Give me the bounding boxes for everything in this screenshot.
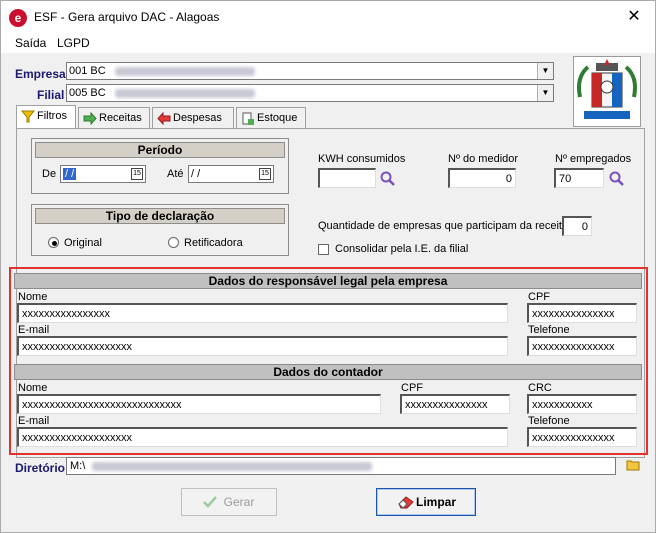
- filial-label: Filial: [37, 88, 65, 102]
- contador-email-input[interactable]: xxxxxxxxxxxxxxxxxxxx: [17, 427, 508, 447]
- arrow-right-icon: [83, 112, 97, 125]
- diretorio-label: Diretório: [15, 461, 66, 475]
- esf-logo-icon: e: [9, 9, 27, 27]
- funnel-icon: [21, 110, 35, 123]
- limpar-button[interactable]: Limpar: [376, 488, 476, 516]
- quantidade-label: Quantidade de empresas que participam da…: [318, 220, 569, 232]
- tab-filtros[interactable]: Filtros: [16, 105, 76, 128]
- diretorio-input[interactable]: M:\: [66, 457, 616, 475]
- calendar-icon[interactable]: 15: [131, 168, 143, 180]
- empregados-label: Nº empregados: [555, 153, 632, 165]
- responsavel-title: Dados do responsável legal pela empresa: [14, 273, 642, 289]
- empresa-select[interactable]: 001 BC ▼: [66, 62, 554, 80]
- quantidade-input[interactable]: 0: [562, 216, 592, 236]
- contador-crc-input[interactable]: xxxxxxxxxxx: [527, 394, 637, 414]
- chevron-down-icon[interactable]: ▼: [537, 85, 553, 101]
- gerar-button[interactable]: Gerar: [181, 488, 277, 516]
- contador-cpf-input[interactable]: xxxxxxxxxxxxxxx: [400, 394, 510, 414]
- menu-saida[interactable]: Saída: [15, 36, 46, 50]
- radio-original[interactable]: [48, 237, 59, 248]
- kwh-label: KWH consumidos: [318, 153, 406, 165]
- responsavel-cpf-label: CPF: [528, 291, 550, 303]
- responsavel-cpf-input[interactable]: xxxxxxxxxxxxxxx: [527, 303, 637, 323]
- empresa-label: Empresa: [15, 67, 66, 81]
- contador-email-label: E-mail: [18, 415, 50, 427]
- contador-title: Dados do contador: [14, 364, 642, 380]
- document-add-icon: [242, 112, 254, 125]
- redacted-text: [114, 88, 255, 98]
- search-icon[interactable]: [380, 171, 396, 187]
- checkmark-icon: [203, 496, 217, 508]
- data-fim-input[interactable]: / / 15: [188, 165, 274, 183]
- redacted-text: [114, 66, 255, 76]
- responsavel-telefone-input[interactable]: xxxxxxxxxxxxxxx: [527, 336, 637, 356]
- ate-label: Até: [167, 168, 184, 180]
- responsavel-nome-input[interactable]: xxxxxxxxxxxxxxxx: [17, 303, 508, 323]
- filial-value: 005 BC: [69, 87, 106, 99]
- medidor-label: Nº do medidor: [448, 153, 519, 165]
- filial-select[interactable]: 005 BC ▼: [66, 84, 554, 102]
- redacted-text: [92, 461, 373, 471]
- responsavel-telefone-label: Telefone: [528, 324, 570, 336]
- eraser-icon: [398, 496, 414, 509]
- empresa-value: 001 BC: [69, 65, 106, 77]
- contador-nome-label: Nome: [18, 382, 48, 394]
- menu-lgpd[interactable]: LGPD: [57, 36, 90, 50]
- kwh-input[interactable]: [318, 168, 376, 188]
- retificadora-label: Retificadora: [184, 237, 243, 249]
- responsavel-email-label: E-mail: [18, 324, 50, 336]
- title-bar: e ESF - Gera arquivo DAC - Alagoas ✕: [1, 1, 655, 33]
- window-title: ESF - Gera arquivo DAC - Alagoas: [34, 10, 220, 24]
- arrow-left-icon: [157, 112, 171, 125]
- tab-receitas[interactable]: Receitas: [78, 107, 150, 128]
- medidor-input[interactable]: 0: [448, 168, 516, 188]
- folder-icon[interactable]: [626, 459, 640, 471]
- chevron-down-icon[interactable]: ▼: [537, 63, 553, 79]
- de-label: De: [42, 168, 57, 180]
- contador-crc-label: CRC: [528, 382, 552, 394]
- contador-cpf-label: CPF: [401, 382, 423, 394]
- consolidar-checkbox[interactable]: [318, 244, 329, 255]
- main-window: e ESF - Gera arquivo DAC - Alagoas ✕ Saí…: [0, 0, 656, 533]
- menu-bar: Saída LGPD: [1, 33, 655, 53]
- responsavel-email-input[interactable]: xxxxxxxxxxxxxxxxxxxx: [17, 336, 508, 356]
- tab-despesas[interactable]: Despesas: [152, 107, 234, 128]
- search-icon[interactable]: [609, 171, 625, 187]
- original-label: Original: [64, 237, 102, 249]
- contador-telefone-input[interactable]: xxxxxxxxxxxxxxx: [527, 427, 637, 447]
- close-button[interactable]: ✕: [621, 5, 647, 29]
- empregados-input[interactable]: 70: [554, 168, 604, 188]
- responsavel-nome-label: Nome: [18, 291, 48, 303]
- contador-telefone-label: Telefone: [528, 415, 570, 427]
- periodo-title: Período: [35, 142, 285, 158]
- data-inicio-input[interactable]: / / 15: [60, 165, 146, 183]
- calendar-icon[interactable]: 15: [259, 168, 271, 180]
- radio-retificadora[interactable]: [168, 237, 179, 248]
- state-crest-image: [573, 56, 641, 127]
- consolidar-label: Consolidar pela I.E. da filial: [335, 243, 469, 255]
- tab-estoque[interactable]: Estoque: [236, 107, 306, 128]
- contador-nome-input[interactable]: xxxxxxxxxxxxxxxxxxxxxxxxxxxxx: [17, 394, 381, 414]
- tipo-declaracao-title: Tipo de declaração: [35, 208, 285, 224]
